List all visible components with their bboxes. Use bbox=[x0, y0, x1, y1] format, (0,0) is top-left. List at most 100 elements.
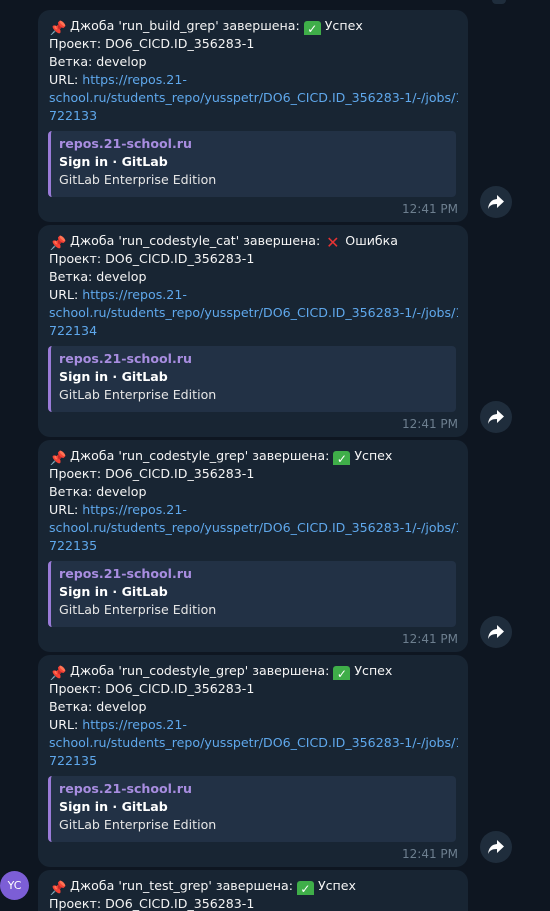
project-line: Проект: DO6_CICD.ID_356283-1 bbox=[49, 896, 255, 911]
job-url-link-cont[interactable]: school.ru/students_repo/yusspetr/DO6_CIC… bbox=[49, 304, 458, 322]
message-bubble[interactable]: 📌 Джоба 'run_codestyle_cat' завершена: ✕ О… bbox=[38, 225, 468, 437]
message-time: 12:41 PM bbox=[402, 202, 458, 216]
status-text: Успех bbox=[317, 878, 356, 893]
job-url-link-cont[interactable]: school.ru/students_repo/yusspetr/DO6_CIC… bbox=[49, 519, 458, 537]
preview-site: repos.21-school.ru bbox=[59, 351, 192, 366]
url-line: URL: https://repos.21- bbox=[49, 716, 458, 734]
job-url-link-end[interactable]: 722133 bbox=[49, 107, 458, 125]
share-button[interactable] bbox=[480, 831, 512, 863]
preview-site: repos.21-school.ru bbox=[59, 136, 192, 151]
project-line: Проект: DO6_CICD.ID_356283-1 bbox=[49, 36, 255, 51]
job-name: 'run_codestyle_grep' bbox=[118, 663, 249, 678]
message-header: 📌 Джоба 'run_build_grep' завершена: ✓ Успе… bbox=[49, 17, 458, 35]
job-prefix: Джоба bbox=[70, 233, 115, 248]
link-preview[interactable]: repos.21-school.ru Sign in · GitLab GitL… bbox=[48, 776, 456, 842]
branch-line: Ветка: develop bbox=[49, 269, 147, 284]
message-bubble[interactable]: 📌 Джоба 'run_codestyle_grep' завершена: ✓… bbox=[38, 440, 468, 652]
project-line: Проект: DO6_CICD.ID_356283-1 bbox=[49, 251, 255, 266]
preview-description: GitLab Enterprise Edition bbox=[59, 387, 217, 402]
check-icon: ✓ bbox=[333, 666, 351, 680]
message-bubble[interactable]: 📌 Джоба 'run_build_grep' завершена: ✓ Успе… bbox=[38, 10, 468, 222]
share-button[interactable] bbox=[480, 401, 512, 433]
job-url-link[interactable]: https://repos.21- bbox=[82, 72, 187, 87]
url-label: URL: bbox=[49, 72, 79, 87]
branch-line: Ветка: develop bbox=[49, 484, 147, 499]
preview-title: Sign in · GitLab bbox=[59, 584, 168, 599]
share-icon bbox=[488, 840, 504, 854]
pushpin-icon: 📌 bbox=[49, 666, 67, 680]
url-label: URL: bbox=[49, 502, 79, 517]
job-url-link[interactable]: https://repos.21- bbox=[82, 502, 187, 517]
link-preview[interactable]: repos.21-school.ru Sign in · GitLab GitL… bbox=[48, 561, 456, 627]
branch-line: Ветка: develop bbox=[49, 54, 147, 69]
job-url-link-end[interactable]: 722134 bbox=[49, 322, 458, 340]
job-name: 'run_codestyle_cat' bbox=[118, 233, 240, 248]
status-text: Ошибка bbox=[345, 233, 398, 248]
preview-title: Sign in · GitLab bbox=[59, 369, 168, 384]
message-time: 12:41 PM bbox=[402, 847, 458, 861]
branch-line: Ветка: develop bbox=[49, 699, 147, 714]
job-prefix: Джоба bbox=[70, 448, 115, 463]
pushpin-icon: 📌 bbox=[49, 236, 67, 250]
finished-text: завершена: bbox=[222, 18, 300, 33]
url-line: URL: https://repos.21- bbox=[49, 286, 458, 304]
job-url-link-end[interactable]: 722135 bbox=[49, 752, 458, 770]
url-line: URL: https://repos.21- bbox=[49, 501, 458, 519]
share-button[interactable] bbox=[480, 616, 512, 648]
job-url-link-cont[interactable]: school.ru/students_repo/yusspetr/DO6_CIC… bbox=[49, 89, 458, 107]
pushpin-icon: 📌 bbox=[49, 21, 67, 35]
message-header: 📌 Джоба 'run_codestyle_cat' завершена: ✕ О… bbox=[49, 232, 458, 250]
job-url-link-end[interactable]: 722135 bbox=[49, 537, 458, 555]
job-url-link[interactable]: https://repos.21- bbox=[82, 287, 187, 302]
status-text: Успех bbox=[354, 448, 393, 463]
scroll-to-bottom-hint[interactable] bbox=[492, 0, 506, 4]
preview-description: GitLab Enterprise Edition bbox=[59, 172, 217, 187]
project-line: Проект: DO6_CICD.ID_356283-1 bbox=[49, 681, 255, 696]
check-icon: ✓ bbox=[333, 451, 351, 465]
finished-text: завершена: bbox=[252, 448, 330, 463]
job-name: 'run_test_grep' bbox=[118, 878, 212, 893]
job-url-link[interactable]: https://repos.21- bbox=[82, 717, 187, 732]
preview-title: Sign in · GitLab bbox=[59, 799, 168, 814]
message-time: 12:41 PM bbox=[402, 417, 458, 431]
share-icon bbox=[488, 625, 504, 639]
status-text: Успех bbox=[354, 663, 393, 678]
pushpin-icon: 📌 bbox=[49, 451, 67, 465]
message-header: 📌 Джоба 'run_codestyle_grep' завершена: ✓… bbox=[49, 662, 458, 680]
job-prefix: Джоба bbox=[70, 663, 115, 678]
job-name: 'run_build_grep' bbox=[118, 18, 219, 33]
status-text: Успех bbox=[324, 18, 363, 33]
message-bubble[interactable]: 📌 Джоба 'run_codestyle_grep' завершена: ✓… bbox=[38, 655, 468, 867]
finished-text: завершена: bbox=[215, 878, 293, 893]
link-preview[interactable]: repos.21-school.ru Sign in · GitLab GitL… bbox=[48, 131, 456, 197]
preview-description: GitLab Enterprise Edition bbox=[59, 602, 217, 617]
finished-text: завершена: bbox=[252, 663, 330, 678]
check-icon: ✓ bbox=[296, 881, 314, 895]
message-header: 📌 Джоба 'run_codestyle_grep' завершена: ✓… bbox=[49, 447, 458, 465]
preview-site: repos.21-school.ru bbox=[59, 781, 192, 796]
preview-title: Sign in · GitLab bbox=[59, 154, 168, 169]
share-icon bbox=[488, 195, 504, 209]
finished-text: завершена: bbox=[243, 233, 321, 248]
message-bubble[interactable]: 📌 Джоба 'run_test_grep' завершена: ✓ Успех… bbox=[38, 870, 468, 911]
link-preview[interactable]: repos.21-school.ru Sign in · GitLab GitL… bbox=[48, 346, 456, 412]
share-button[interactable] bbox=[480, 186, 512, 218]
preview-site: repos.21-school.ru bbox=[59, 566, 192, 581]
url-label: URL: bbox=[49, 717, 79, 732]
avatar[interactable]: YC bbox=[0, 871, 29, 900]
job-name: 'run_codestyle_grep' bbox=[118, 448, 249, 463]
preview-description: GitLab Enterprise Edition bbox=[59, 817, 217, 832]
url-label: URL: bbox=[49, 287, 79, 302]
pushpin-icon: 📌 bbox=[49, 881, 67, 895]
job-prefix: Джоба bbox=[70, 878, 115, 893]
url-line: URL: https://repos.21- bbox=[49, 71, 458, 89]
job-prefix: Джоба bbox=[70, 18, 115, 33]
project-line: Проект: DO6_CICD.ID_356283-1 bbox=[49, 466, 255, 481]
message-time: 12:41 PM bbox=[402, 632, 458, 646]
job-url-link-cont[interactable]: school.ru/students_repo/yusspetr/DO6_CIC… bbox=[49, 734, 458, 752]
check-icon: ✓ bbox=[303, 21, 321, 35]
chat-history: 📌 Джоба 'run_build_grep' завершена: ✓ Успе… bbox=[0, 0, 550, 911]
share-icon bbox=[488, 410, 504, 424]
message-header: 📌 Джоба 'run_test_grep' завершена: ✓ Успех bbox=[49, 877, 458, 895]
cross-icon: ✕ bbox=[326, 233, 340, 250]
